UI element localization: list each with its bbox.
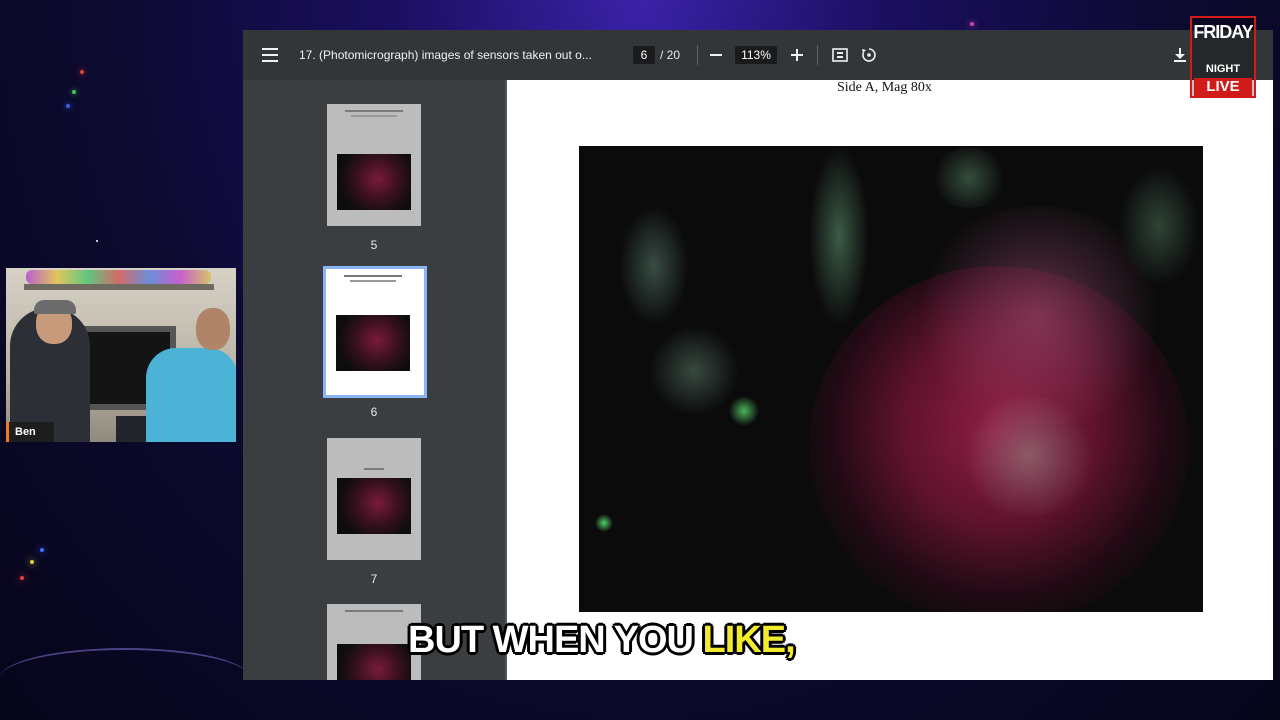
micrograph-image (579, 146, 1203, 612)
image-region (1119, 166, 1199, 286)
logo-line3: LIVE (1194, 78, 1252, 96)
sparkle (66, 104, 70, 108)
thumb-header (345, 610, 403, 612)
image-region (595, 514, 613, 532)
menu-icon[interactable] (259, 45, 281, 65)
image-region (729, 396, 759, 426)
zoom-out-button[interactable] (709, 44, 723, 66)
page-number-input[interactable]: 6 (633, 46, 655, 64)
image-region (959, 396, 1099, 516)
image-region (619, 206, 689, 326)
fit-page-icon[interactable] (831, 45, 849, 65)
page-total: / 20 (660, 48, 681, 62)
subtitle-caption: BUT WHEN YOU LIKE, (408, 618, 796, 662)
rotate-icon[interactable] (859, 44, 879, 66)
sparkle (96, 240, 98, 242)
zoom-level-input[interactable]: 113% (735, 46, 777, 64)
host-left-cap (34, 300, 76, 314)
string-lights (26, 270, 211, 284)
sparkle (80, 70, 84, 74)
thumbnail-label: 7 (370, 572, 378, 586)
thumb-image (337, 154, 411, 210)
host-right-head (196, 308, 230, 350)
speaker-name-tag: Ben (6, 422, 54, 442)
thumbnail-page-8[interactable] (327, 604, 421, 680)
thumb-header (364, 468, 384, 470)
pdf-page: Side A, Mag 80x (507, 80, 1273, 680)
document-title: 17. (Photomicrograph) images of sensors … (299, 48, 592, 62)
thumb-header (344, 275, 402, 277)
toolbar-divider (697, 45, 698, 65)
pdf-viewer: 17. (Photomicrograph) images of sensors … (243, 30, 1273, 680)
sparkle (40, 548, 44, 552)
thumbnail-label: 6 (370, 405, 378, 419)
minus-icon (710, 54, 722, 56)
image-region (649, 326, 739, 416)
zoom-in-button[interactable] (790, 44, 804, 66)
thumbnail-sidebar[interactable]: 5 6 7 (243, 80, 505, 680)
stage-arc (0, 648, 250, 690)
toolbar-divider (817, 45, 818, 65)
thumbnail-page-5[interactable] (327, 104, 421, 226)
sparkle (72, 90, 76, 94)
image-region (809, 146, 869, 326)
pdf-toolbar: 17. (Photomicrograph) images of sensors … (243, 30, 1273, 80)
thumb-image (336, 315, 410, 371)
thumb-header (345, 110, 403, 112)
thumbnail-page-6[interactable] (323, 266, 427, 398)
host-right (146, 348, 236, 442)
thumb-header (350, 280, 396, 282)
thumbnail-label: 5 (370, 238, 378, 252)
page-caption: Side A, Mag 80x (837, 80, 932, 95)
thumbnail-page-7[interactable] (327, 438, 421, 560)
sparkle (20, 576, 24, 580)
sparkle (970, 22, 974, 26)
subtitle-text: BUT WHEN YOU (408, 619, 703, 661)
subtitle-highlight: LIKE, (702, 619, 796, 661)
webcam-feed: Ben (6, 268, 236, 442)
logo-line2: NIGHT (1205, 63, 1241, 75)
image-region (929, 148, 1009, 208)
logo-line1: FRIDAY (1193, 22, 1253, 42)
thumb-header (351, 115, 397, 117)
plus-icon (791, 49, 803, 61)
download-icon[interactable] (1172, 45, 1188, 65)
show-logo: FRIDAY NIGHT LIVE (1190, 16, 1256, 98)
sparkle (30, 560, 34, 564)
mantel-shelf (24, 284, 214, 290)
thumb-image (337, 478, 411, 534)
thumb-image (337, 644, 411, 680)
